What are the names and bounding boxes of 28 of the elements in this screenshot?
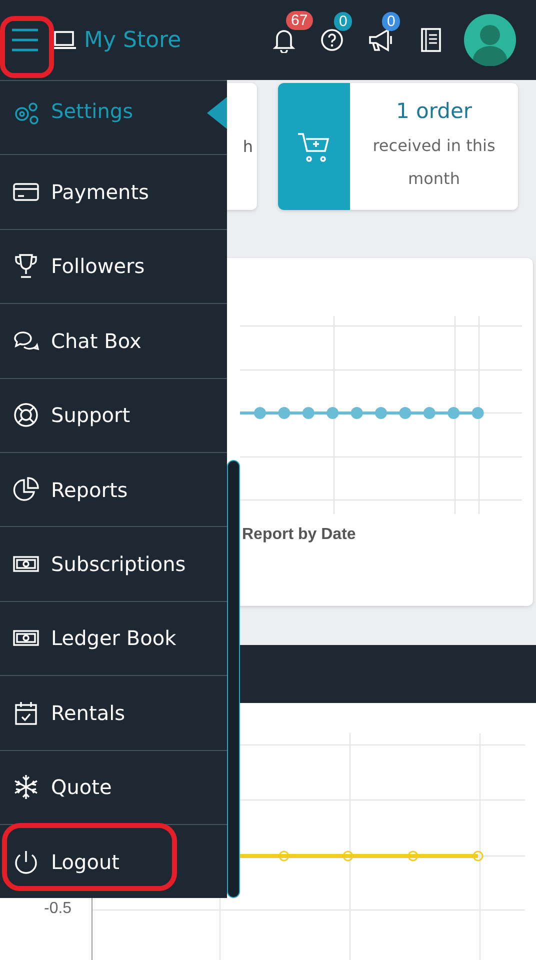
laptop-icon	[52, 30, 76, 50]
chart-legend: Report by Date	[242, 526, 533, 544]
count-badge: 67	[286, 11, 313, 30]
count-badge: 0	[382, 12, 400, 31]
book-icon[interactable]	[420, 27, 442, 53]
order-count: 1 order	[396, 98, 472, 122]
trophy-icon	[12, 252, 40, 280]
sidebar-item[interactable]: Settings	[0, 80, 227, 154]
sidebar-item[interactable]: Chat Box	[0, 303, 227, 378]
bell-icon[interactable]	[272, 27, 296, 53]
lifebuoy-icon	[12, 401, 40, 430]
sidebar-item[interactable]: Payments	[0, 154, 227, 229]
help-icon[interactable]	[320, 28, 344, 52]
sidebar-item[interactable]: Support	[0, 378, 227, 452]
axis-label: -0.5	[44, 900, 72, 918]
pie-chart-icon	[12, 476, 40, 504]
sidebar-item[interactable]: Logout	[0, 824, 227, 898]
menu-icon	[10, 27, 40, 53]
selection-pointer	[207, 97, 227, 129]
scrollbar[interactable]	[227, 460, 240, 898]
order-caption: received in this month	[372, 134, 496, 190]
store-name[interactable]: My Store	[84, 28, 182, 52]
avatar[interactable]	[464, 14, 516, 66]
sidebar-item[interactable]: Followers	[0, 228, 227, 304]
card-text: h	[242, 137, 253, 156]
count-badge: 0	[334, 12, 352, 31]
snowflake-icon	[12, 773, 40, 802]
cart-icon	[297, 130, 331, 162]
